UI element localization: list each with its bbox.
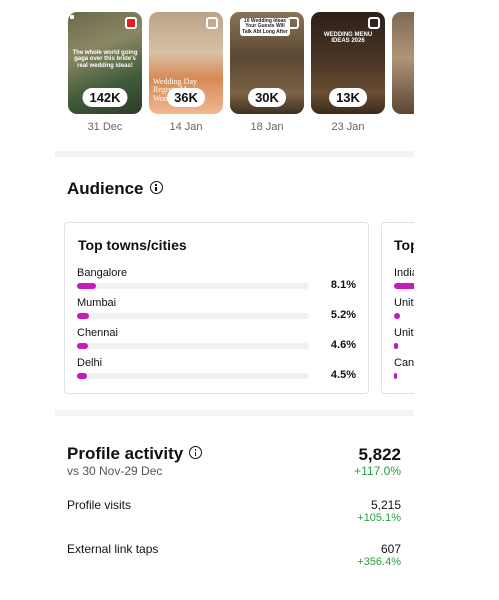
country-label: India bbox=[394, 267, 414, 279]
metric-change-external-link-taps: +356.4% bbox=[357, 556, 401, 568]
city-percentage: 5.2% bbox=[330, 309, 356, 321]
content-thumbnail[interactable]: The whole world going gaga over this bri… bbox=[68, 12, 142, 114]
audience-heading: Audience bbox=[67, 179, 163, 199]
thumbnail-overlay-text: WEDDING MENU IDEAS 2026 bbox=[323, 32, 373, 45]
bar-fill bbox=[77, 373, 87, 379]
reel-icon bbox=[287, 17, 299, 29]
list-item: Mumbai 5.2% bbox=[77, 297, 356, 321]
audience-title: Audience bbox=[67, 179, 144, 198]
bar-track bbox=[77, 283, 309, 289]
bar-track bbox=[394, 283, 414, 289]
list-item: Delhi 4.5% bbox=[77, 357, 356, 381]
country-label: Cana bbox=[394, 357, 414, 369]
city-percentage: 4.6% bbox=[330, 339, 356, 351]
content-thumbnail-partial[interactable] bbox=[392, 12, 414, 114]
metric-change-profile-visits: +105.1% bbox=[357, 512, 401, 524]
thumbnail-date: 14 Jan bbox=[169, 121, 203, 133]
content-thumbnail[interactable]: WEDDING MENU IDEAS 2026 13K bbox=[311, 12, 385, 114]
insights-screen: The whole world going gaga over this bri… bbox=[55, 0, 414, 600]
views-badge: 13K bbox=[329, 88, 367, 107]
bar-fill bbox=[77, 343, 88, 349]
metric-label-external-link-taps: External link taps bbox=[67, 542, 159, 556]
country-label: Unite bbox=[394, 297, 414, 309]
content-thumbnail-strip[interactable]: The whole world going gaga over this bri… bbox=[68, 12, 414, 137]
profile-activity-change: +117.0% bbox=[354, 464, 401, 478]
city-label: Bangalore bbox=[77, 267, 128, 279]
profile-activity-title: Profile activity bbox=[67, 444, 184, 463]
city-label: Mumbai bbox=[77, 297, 117, 309]
list-item: Unite bbox=[394, 327, 414, 349]
profile-activity-total: 5,822 bbox=[358, 445, 401, 464]
bar-track bbox=[77, 373, 309, 379]
thumbnail-overlay-text: 10 Wedding Ideas Your Guests Will Talk A… bbox=[240, 18, 290, 36]
country-label: Unite bbox=[394, 327, 414, 339]
thumbnail-date: 18 Jan bbox=[250, 121, 284, 133]
city-label: Chennai bbox=[77, 327, 118, 339]
bar-fill bbox=[394, 343, 398, 349]
content-thumbnail[interactable]: 10 Wedding Ideas Your Guests Will Talk A… bbox=[230, 12, 304, 114]
views-badge: 36K bbox=[167, 88, 205, 107]
thumbnail-image bbox=[392, 12, 414, 114]
info-icon[interactable] bbox=[189, 446, 203, 460]
bar-track bbox=[77, 313, 309, 319]
section-divider bbox=[55, 410, 414, 416]
list-item: Chennai 4.6% bbox=[77, 327, 356, 351]
city-percentage: 8.1% bbox=[330, 279, 356, 291]
metric-value-external-link-taps: 607 bbox=[380, 542, 401, 556]
bar-fill bbox=[394, 313, 400, 319]
thumbnail-date: 23 Jan bbox=[331, 121, 365, 133]
thumbnail-overlay-text: The whole world going gaga over this bri… bbox=[72, 50, 138, 69]
top-towns-card: Top towns/cities Bangalore 8.1% Mumbai 5… bbox=[64, 222, 369, 394]
info-icon[interactable] bbox=[149, 181, 163, 195]
city-label: Delhi bbox=[77, 357, 103, 369]
bar-track bbox=[394, 343, 414, 349]
list-item: Cana bbox=[394, 357, 414, 379]
card-title: Top bbox=[394, 237, 414, 253]
comparison-period: vs 30 Nov-29 Dec bbox=[67, 464, 163, 478]
metric-value-profile-visits: 5,215 bbox=[370, 498, 401, 512]
top-countries-card: Top India Unite Unite Cana bbox=[381, 222, 414, 394]
views-badge: 142K bbox=[82, 88, 128, 107]
bar-fill bbox=[77, 313, 89, 319]
reel-icon bbox=[206, 17, 218, 29]
list-item: Bangalore 8.1% bbox=[77, 267, 356, 291]
bar-fill bbox=[394, 283, 414, 289]
youtube-icon bbox=[125, 17, 137, 29]
thumbnail-date: 31 Dec bbox=[87, 121, 123, 133]
bar-track bbox=[77, 343, 309, 349]
profile-activity-heading: Profile activity bbox=[67, 444, 203, 464]
list-item: India bbox=[394, 267, 414, 289]
bar-track bbox=[394, 373, 414, 379]
list-item: Unite bbox=[394, 297, 414, 319]
bar-track bbox=[394, 313, 414, 319]
bar-fill bbox=[77, 283, 96, 289]
section-divider bbox=[55, 151, 414, 157]
views-badge: 30K bbox=[248, 88, 286, 107]
city-percentage: 4.5% bbox=[330, 369, 356, 381]
reel-icon bbox=[368, 17, 380, 29]
bar-fill bbox=[394, 373, 397, 379]
content-thumbnail[interactable]: Wedding Day Regrets Most Women 36K bbox=[149, 12, 223, 114]
card-title: Top towns/cities bbox=[78, 237, 187, 253]
metric-label-profile-visits: Profile visits bbox=[67, 498, 132, 512]
play-icon bbox=[70, 15, 74, 19]
